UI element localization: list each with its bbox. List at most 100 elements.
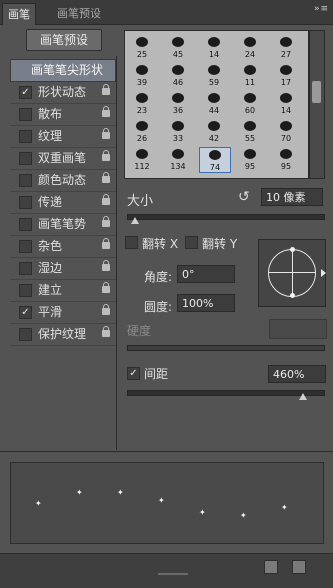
option-checkbox[interactable] xyxy=(19,284,32,297)
brush-option-item[interactable]: 保护纹理 xyxy=(10,324,116,346)
brush-tip-cell[interactable]: 36 xyxy=(163,91,193,115)
brush-tip-cell[interactable]: 23 xyxy=(127,91,157,115)
brush-tip-thumbnail xyxy=(172,121,184,131)
brush-tip-cell[interactable]: 112 xyxy=(127,147,157,171)
brush-tip-cell[interactable]: 17 xyxy=(271,63,301,87)
lock-icon[interactable] xyxy=(102,282,110,293)
new-brush-icon[interactable] xyxy=(264,560,278,574)
brush-tip-cell[interactable]: 46 xyxy=(163,63,193,87)
option-checkbox[interactable] xyxy=(19,218,32,231)
brush-tip-thumbnail xyxy=(136,93,148,103)
brush-panel: 画笔 画笔预设 »≡ 画笔预设 画笔笔尖形状 ✓ 形状动态 散布 纹理 双重画笔颜色动态… xyxy=(0,0,333,588)
brush-tip-shape-item[interactable]: 画笔笔尖形状 xyxy=(10,59,116,82)
brush-option-item[interactable]: ✓ 形状动态 xyxy=(10,82,116,104)
brush-tip-cell[interactable]: 45 xyxy=(163,35,193,59)
brush-tip-grid[interactable]: 25 45 14 24 27 39 46 59 11 17 23 36 44 60 14 26 33 42 55 70… xyxy=(124,30,309,179)
brush-tip-cell[interactable]: 95 xyxy=(271,147,301,171)
brush-tip-thumbnail xyxy=(208,93,220,103)
lock-icon[interactable] xyxy=(102,172,110,183)
option-checkbox[interactable] xyxy=(19,174,32,187)
lock-icon[interactable] xyxy=(102,84,110,95)
brush-option-item[interactable]: 散布 xyxy=(10,104,116,126)
brush-option-item[interactable]: ✓ 平滑 xyxy=(10,302,116,324)
option-checkbox[interactable] xyxy=(19,196,32,209)
brush-option-item[interactable]: 颜色动态 xyxy=(10,170,116,192)
brush-tip-cell[interactable]: 44 xyxy=(199,91,229,115)
toggle-brush-icon[interactable] xyxy=(292,560,306,574)
lock-icon[interactable] xyxy=(102,128,110,139)
brush-option-item[interactable]: 双重画笔 xyxy=(10,148,116,170)
brush-tip-cell[interactable]: 26 xyxy=(127,119,157,143)
option-checkbox[interactable] xyxy=(19,152,32,165)
brush-tip-cell[interactable]: 95 xyxy=(235,147,265,171)
tab-brush-presets[interactable]: 画笔预设 xyxy=(52,3,106,24)
brush-tip-cell[interactable]: 60 xyxy=(235,91,265,115)
spacing-slider-knob[interactable] xyxy=(299,393,308,400)
tab-brush[interactable]: 画笔 xyxy=(2,3,36,25)
option-checkbox[interactable] xyxy=(19,262,32,275)
lock-icon[interactable] xyxy=(102,216,110,227)
brush-tip-cell[interactable]: 134 xyxy=(163,147,193,171)
brush-option-item[interactable]: 湿边 xyxy=(10,258,116,280)
brush-tip-cell[interactable]: 74 xyxy=(199,147,231,173)
option-label: 颜色动态 xyxy=(38,173,87,187)
lock-icon[interactable] xyxy=(102,238,110,249)
brush-tip-cell[interactable]: 42 xyxy=(199,119,229,143)
brush-option-item[interactable]: 建立 xyxy=(10,280,116,302)
brush-tip-thumbnail xyxy=(244,37,256,47)
lock-icon[interactable] xyxy=(102,106,110,117)
roundness-handle-bottom[interactable] xyxy=(290,293,295,298)
brush-presets-button[interactable]: 画笔预设 xyxy=(26,29,102,51)
brush-tip-thumbnail xyxy=(244,65,256,75)
brush-option-item[interactable]: 传递 xyxy=(10,192,116,214)
flip-y-checkbox[interactable] xyxy=(185,236,198,249)
brush-option-item[interactable]: 杂色 xyxy=(10,236,116,258)
size-slider-track[interactable] xyxy=(127,214,325,220)
brush-tip-cell[interactable]: 11 xyxy=(235,63,265,87)
option-checkbox[interactable]: ✓ xyxy=(19,306,32,319)
reset-size-icon[interactable]: ↺ xyxy=(238,190,252,204)
angle-arrow-icon[interactable] xyxy=(321,269,326,277)
lock-icon[interactable] xyxy=(102,326,110,337)
option-checkbox[interactable]: ✓ xyxy=(19,86,32,99)
angle-roundness-widget[interactable] xyxy=(258,239,326,307)
flip-x-checkbox[interactable] xyxy=(125,236,138,249)
option-checkbox[interactable] xyxy=(19,130,32,143)
brush-size-number: 95 xyxy=(280,162,292,171)
option-label: 保护纹理 xyxy=(38,327,87,341)
brush-tip-cell[interactable]: 24 xyxy=(235,35,265,59)
size-field[interactable]: 10 像素 xyxy=(261,188,323,206)
roundness-field[interactable]: 100% xyxy=(177,294,235,312)
brush-tip-cell[interactable]: 14 xyxy=(199,35,229,59)
angle-field[interactable]: 0° xyxy=(177,265,235,283)
scroll-thumb[interactable] xyxy=(312,81,321,103)
lock-icon[interactable] xyxy=(102,150,110,161)
brush-tip-cell[interactable]: 27 xyxy=(271,35,301,59)
brush-option-item[interactable]: 纹理 xyxy=(10,126,116,148)
brush-tip-cell[interactable]: 70 xyxy=(271,119,301,143)
option-checkbox[interactable] xyxy=(19,328,32,341)
spacing-field[interactable]: 460% xyxy=(268,365,326,383)
lock-icon[interactable] xyxy=(102,260,110,271)
brush-tip-cell[interactable]: 55 xyxy=(235,119,265,143)
brush-option-item[interactable]: 画笔笔势 xyxy=(10,214,116,236)
flip-y-label: 翻转 Y xyxy=(202,237,238,251)
brush-tip-cell[interactable]: 33 xyxy=(163,119,193,143)
brush-tip-cell[interactable]: 59 xyxy=(199,63,229,87)
brush-size-number: 70 xyxy=(280,134,292,143)
brush-tip-cell[interactable]: 14 xyxy=(271,91,301,115)
brush-grid-scrollbar[interactable] xyxy=(309,30,325,179)
spacing-checkbox[interactable]: ✓ xyxy=(127,367,140,380)
size-slider-knob[interactable] xyxy=(130,217,139,224)
lock-icon[interactable] xyxy=(102,194,110,205)
panel-menu-icon[interactable]: »≡ xyxy=(301,4,329,20)
brush-tip-cell[interactable]: 39 xyxy=(127,63,157,87)
option-checkbox[interactable] xyxy=(19,108,32,121)
brush-tip-cell[interactable]: 25 xyxy=(127,35,157,59)
lock-icon[interactable] xyxy=(102,304,110,315)
spacing-slider-track[interactable] xyxy=(127,390,325,396)
hardness-field xyxy=(269,319,327,339)
resize-grip-icon[interactable] xyxy=(158,573,188,575)
option-checkbox[interactable] xyxy=(19,240,32,253)
roundness-handle-top[interactable] xyxy=(290,247,295,252)
